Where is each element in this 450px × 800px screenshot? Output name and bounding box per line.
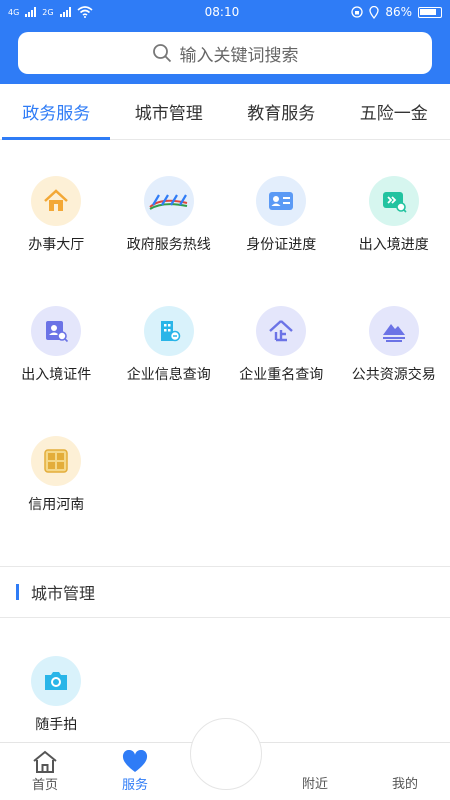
heart-icon [122, 750, 148, 772]
nav-label: 首页 [31, 778, 58, 793]
tab-government-services[interactable]: 政务服务 [2, 84, 111, 140]
nav-label: 我的 [391, 777, 418, 792]
battery-percent: 86% [385, 5, 412, 19]
service-label: 信用河南 [28, 497, 85, 513]
credit-henan-icon [31, 436, 82, 486]
service-label: 出入境进度 [358, 237, 429, 253]
clock: 08:10 [204, 5, 240, 19]
wifi-icon [77, 6, 93, 18]
enterprise-icon [256, 306, 307, 356]
document-search-icon [31, 306, 82, 356]
signal-icon [25, 7, 37, 17]
camera-icon [31, 656, 82, 706]
search-icon [152, 44, 171, 63]
service-label: 出入境证件 [21, 367, 92, 383]
service-enterprise-info[interactable]: 企业信息查询 [113, 306, 226, 436]
center-action-button[interactable] [190, 718, 262, 790]
search-bar[interactable]: 输入关键词搜索 [18, 32, 432, 74]
tab-city-management[interactable]: 城市管理 [129, 84, 209, 140]
nav-nearby[interactable]: 附近 [270, 743, 360, 800]
sim2-label: 2G [42, 7, 54, 17]
service-label: 办事大厅 [28, 237, 85, 253]
nav-home[interactable]: 首页 [0, 743, 90, 800]
status-bar: 4G 2G 08:10 86% [0, 0, 450, 24]
battery-icon [417, 6, 442, 18]
service-hotline[interactable]: 政府服务热线 [113, 176, 226, 306]
service-exit-entry-documents[interactable]: 出入境证件 [0, 306, 113, 436]
service-label: 公共资源交易 [351, 367, 436, 383]
service-office-hall[interactable]: 办事大厅 [0, 176, 113, 306]
home-icon [33, 750, 57, 773]
service-enterprise-name-check[interactable]: 企业重名查询 [225, 306, 338, 436]
id-card-icon [256, 176, 307, 226]
category-tabs: 政务服务 城市管理 教育服务 五险一金 [0, 84, 450, 140]
header: 4G 2G 08:10 86% 输入关键词搜索 [0, 0, 450, 84]
service-label: 身份证进度 [246, 237, 317, 253]
house-icon [31, 176, 82, 226]
section-marker [16, 584, 19, 600]
service-grid: 办事大厅 政府服务热线 身份证进度 出入境进度 出入境证件 企业信息查询 企业重… [0, 140, 450, 566]
sim-label: 4G [8, 7, 20, 17]
location-icon [369, 5, 379, 19]
mountain-icon [368, 306, 419, 356]
service-label: 企业重名查询 [239, 367, 324, 383]
building-icon [143, 306, 194, 356]
rotation-lock-icon [351, 6, 363, 18]
exit-entry-progress-icon [368, 176, 419, 226]
tab-insurance-fund[interactable]: 五险一金 [354, 84, 434, 140]
tab-education-services[interactable]: 教育服务 [241, 84, 321, 140]
section-title: 城市管理 [31, 584, 96, 603]
search-placeholder: 输入关键词搜索 [179, 45, 299, 66]
signal-2-icon [59, 7, 71, 17]
service-id-card-progress[interactable]: 身份证进度 [225, 176, 338, 306]
service-public-resources[interactable]: 公共资源交易 [338, 306, 450, 436]
service-label: 随手拍 [35, 717, 78, 733]
service-label: 政府服务热线 [126, 237, 211, 253]
nav-label: 附近 [301, 777, 328, 792]
nav-label: 服务 [121, 778, 148, 793]
section-city-management: 城市管理 [0, 566, 450, 618]
nav-mine[interactable]: 我的 [360, 743, 450, 800]
service-exit-entry-progress[interactable]: 出入境进度 [338, 176, 450, 306]
nav-service[interactable]: 服务 [90, 743, 180, 800]
hotline-12345-icon [143, 176, 194, 226]
service-label: 企业信息查询 [126, 367, 211, 383]
service-credit-henan[interactable]: 信用河南 [0, 436, 113, 566]
